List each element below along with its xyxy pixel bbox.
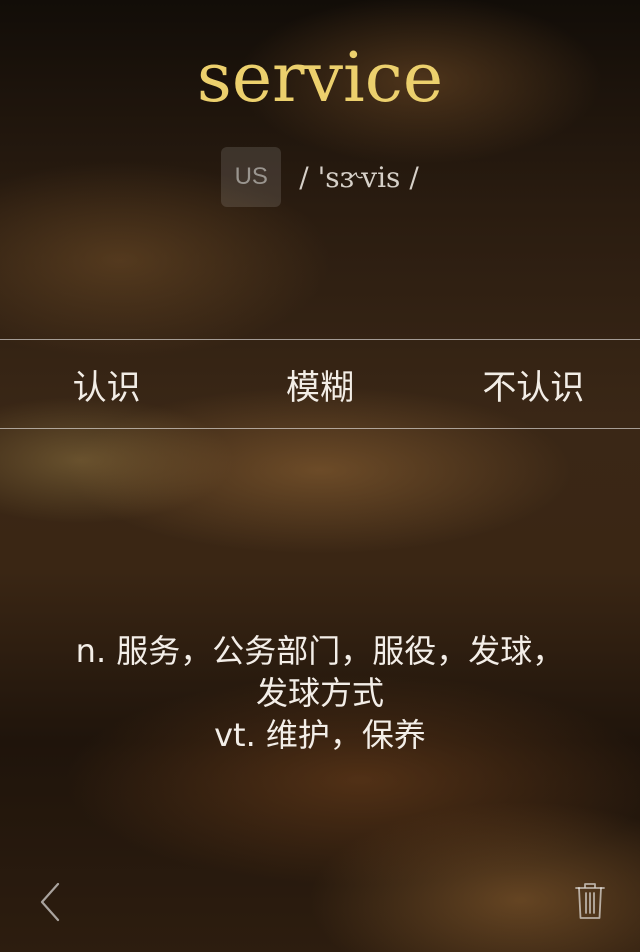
- definition: n. 服务，公务部门，服役，发球， 发球方式 vt. 维护，保养: [30, 630, 610, 756]
- pronunciation-row: US / 'sɝvis /: [0, 147, 640, 207]
- definition-line: 发球方式: [255, 674, 384, 712]
- definition-line: vt. 维护，保养: [214, 716, 426, 754]
- fuzzy-button[interactable]: 模糊: [213, 340, 426, 428]
- us-pronunciation-button[interactable]: US: [221, 147, 282, 207]
- back-button[interactable]: [36, 880, 66, 924]
- known-button[interactable]: 认识: [0, 340, 213, 428]
- rating-bar: 认识 模糊 不认识: [0, 339, 640, 429]
- phonetic-transcription: / 'sɝvis /: [299, 160, 419, 194]
- definition-line: n. 服务，公务部门，服役，发球，: [75, 632, 565, 670]
- trash-icon: [575, 883, 605, 919]
- chevron-left-icon: [40, 882, 60, 922]
- delete-button[interactable]: [574, 882, 606, 920]
- unknown-button[interactable]: 不认识: [427, 340, 640, 428]
- headword: service: [196, 39, 444, 118]
